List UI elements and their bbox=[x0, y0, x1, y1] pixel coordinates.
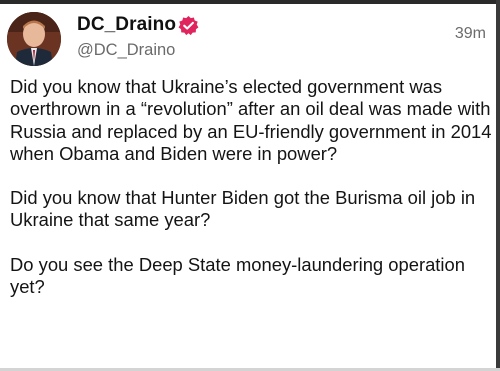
post-body: Did you know that Ukraine’s elected gove… bbox=[10, 76, 494, 320]
display-name[interactable]: DC_Draino bbox=[77, 14, 176, 36]
right-border bbox=[496, 0, 500, 371]
post-timestamp[interactable]: 39m bbox=[455, 25, 486, 43]
post-paragraph: Did you know that Ukraine’s elected gove… bbox=[10, 76, 492, 164]
post-paragraph: Do you see the Deep State money-launderi… bbox=[10, 253, 465, 298]
post-paragraph: Did you know that Hunter Biden got the B… bbox=[10, 187, 476, 231]
avatar-image bbox=[7, 12, 61, 66]
verified-badge-icon bbox=[178, 15, 199, 36]
user-handle[interactable]: @DC_Draino bbox=[77, 41, 175, 60]
avatar[interactable] bbox=[7, 12, 61, 66]
post-card: DC_Draino @DC_Draino 39m Did you know th… bbox=[0, 4, 496, 368]
